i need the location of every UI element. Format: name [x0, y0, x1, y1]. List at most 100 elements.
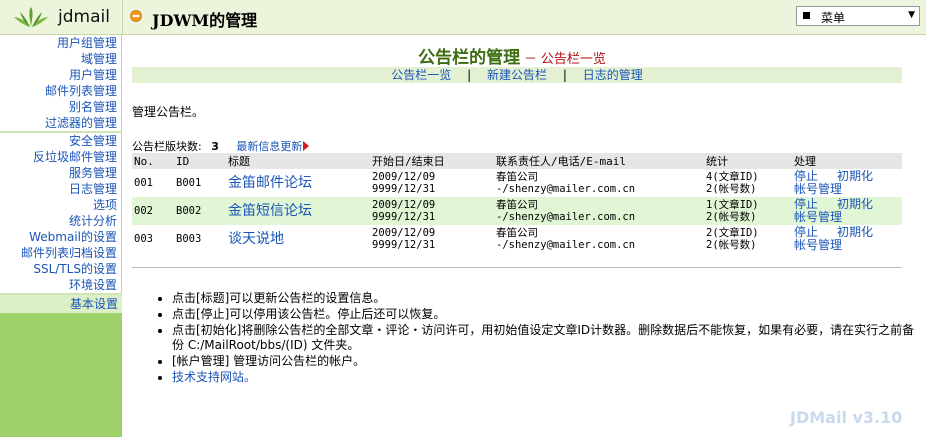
cell-contact: 春笛公司 -/shenzy@mailer.com.cn	[494, 169, 704, 197]
contact-name: 春笛公司	[496, 199, 538, 211]
stat-accounts: 2(帐号数)	[706, 211, 757, 223]
note-item: 点击[初始化]将删除公告栏的全部文章・评论・访问许可，用初始值设定文章ID计数器…	[172, 323, 922, 353]
stat-article-id: 2(文章ID)	[706, 227, 759, 239]
heading-subtitle: 公告栏一览	[540, 52, 606, 67]
count-value: 3	[211, 140, 219, 153]
cell-no: 003	[134, 233, 153, 245]
note-item: 技术支持网站。	[172, 370, 922, 385]
sidebar-item-aliases[interactable]: 别名管理	[0, 99, 121, 115]
cell-actions: 停止 初期化 帐号管理	[792, 197, 902, 225]
heading-dash: －	[523, 52, 537, 67]
count-label: 公告栏版块数:	[132, 140, 202, 153]
logo[interactable]: jdmail	[0, 0, 123, 34]
col-contact: 联系责任人/电话/E-mail	[494, 153, 704, 169]
account-management-link[interactable]: 帐号管理	[794, 182, 842, 196]
top-bar: jdmail JDWM的管理 菜单 ▼	[0, 0, 926, 35]
intro-text: 管理公告栏。	[132, 105, 205, 119]
stop-link[interactable]: 停止	[794, 197, 818, 211]
sidebar: 用户组管理 域管理 用户管理 邮件列表管理 别名管理 过滤器的管理 安全管理 反…	[0, 35, 122, 437]
heading-title: 公告栏的管理	[418, 48, 521, 68]
leaf-logo-icon	[14, 7, 48, 27]
contact-detail: -/shenzy@mailer.com.cn	[496, 239, 636, 251]
divider	[132, 267, 902, 268]
initialize-link[interactable]: 初期化	[837, 225, 873, 239]
bbs-title-link[interactable]: 谈天说地	[228, 231, 284, 247]
note-item: 点击[标题]可以更新公告栏的设置信息。	[172, 291, 922, 306]
page-title: JDWM的管理	[152, 11, 258, 30]
section-heading: 公告栏的管理 － 公告栏一览	[122, 43, 902, 68]
cell-no: 002	[132, 197, 174, 225]
sidebar-item-mailing-lists[interactable]: 邮件列表管理	[0, 83, 121, 99]
bbs-count-line: 公告栏版块数: 3 最新信息更新	[132, 138, 310, 154]
col-id: ID	[174, 153, 226, 169]
table-header-row: No. ID 标题 开始日/结束日 联系责任人/电话/E-mail 统计 处理	[132, 153, 902, 169]
end-date: 9999/12/31	[372, 239, 436, 251]
stop-link[interactable]: 停止	[794, 225, 818, 239]
cell-no: 001	[134, 177, 153, 189]
col-dates: 开始日/结束日	[370, 153, 494, 169]
sidebar-item-domains[interactable]: 域管理	[0, 51, 121, 67]
nav-separator: |	[467, 68, 472, 82]
red-arrow-icon	[303, 141, 310, 151]
nav-new-bbs[interactable]: 新建公告栏	[487, 68, 547, 82]
col-stats: 统计	[704, 153, 792, 169]
bbs-title-link[interactable]: 金笛邮件论坛	[228, 175, 312, 191]
chevron-down-icon[interactable]: ▼	[908, 10, 915, 20]
sidebar-item-logs[interactable]: 日志管理	[0, 181, 121, 197]
cell-dates: 2009/12/09 9999/12/31	[370, 197, 494, 225]
cell-dates: 2009/12/09 9999/12/31	[370, 225, 494, 253]
support-site-link[interactable]: 技术支持网站。	[172, 370, 256, 384]
stop-link[interactable]: 停止	[794, 169, 818, 183]
help-notes: 点击[标题]可以更新公告栏的设置信息。 点击[停止]可以停用该公告栏。停止后还可…	[156, 291, 922, 386]
orange-bullet-icon	[130, 10, 142, 22]
initialize-link[interactable]: 初期化	[837, 169, 873, 183]
end-date: 9999/12/31	[372, 211, 436, 223]
contact-detail: -/shenzy@mailer.com.cn	[496, 183, 636, 195]
main-content: 公告栏的管理 － 公告栏一览 公告栏一览 | 新建公告栏 | 日志的管理 管理公…	[122, 35, 926, 437]
cell-stats: 1(文章ID) 2(帐号数)	[704, 197, 792, 225]
menu-square-icon	[803, 12, 810, 19]
start-date: 2009/12/09	[372, 199, 436, 211]
contact-name: 春笛公司	[496, 171, 538, 183]
sub-nav: 公告栏一览 | 新建公告栏 | 日志的管理	[132, 67, 902, 83]
table-row: 002 B002 金笛短信论坛 2009/12/09 9999/12/31 春笛公…	[132, 197, 902, 225]
latest-update-link[interactable]: 最新信息更新	[236, 140, 302, 153]
sidebar-item-services[interactable]: 服务管理	[0, 165, 121, 181]
nav-bbs-list[interactable]: 公告栏一览	[391, 68, 451, 82]
sidebar-item-statistics[interactable]: 统计分析	[0, 213, 121, 229]
sidebar-item-users[interactable]: 用户管理	[0, 67, 121, 83]
sidebar-item-options[interactable]: 选项	[0, 197, 121, 213]
sidebar-item-environment[interactable]: 环境设置	[0, 277, 121, 293]
account-management-link[interactable]: 帐号管理	[794, 210, 842, 224]
sidebar-item-ssl-tls[interactable]: SSL/TLS的设置	[0, 261, 121, 277]
stat-article-id: 4(文章ID)	[706, 171, 759, 183]
sidebar-item-list-archive[interactable]: 邮件列表归档设置	[0, 245, 121, 261]
start-date: 2009/12/09	[372, 227, 436, 239]
menu-select-value: 菜单	[821, 11, 846, 25]
logo-text: jdmail	[58, 7, 110, 27]
table-row: 003 B003 谈天说地 2009/12/09 9999/12/31 春笛公司 -…	[132, 225, 902, 253]
menu-select[interactable]: 菜单 ▼	[796, 6, 920, 26]
stat-article-id: 1(文章ID)	[706, 199, 759, 211]
cell-actions: 停止 初期化 帐号管理	[792, 169, 902, 197]
sidebar-item-antispam[interactable]: 反垃圾邮件管理	[0, 149, 121, 165]
sidebar-item-user-groups[interactable]: 用户组管理	[0, 35, 121, 51]
sidebar-item-security[interactable]: 安全管理	[0, 133, 121, 149]
stat-accounts: 2(帐号数)	[706, 183, 757, 195]
nav-log-management[interactable]: 日志的管理	[583, 68, 643, 82]
cell-title: 谈天说地	[226, 225, 370, 253]
cell-title: 金笛短信论坛	[226, 197, 370, 225]
stat-accounts: 2(帐号数)	[706, 239, 757, 251]
cell-stats: 2(文章ID) 2(帐号数)	[704, 225, 792, 253]
sidebar-group-2: 安全管理 反垃圾邮件管理 服务管理 日志管理 选项 统计分析 Webmail的设…	[0, 133, 122, 293]
bbs-table: No. ID 标题 开始日/结束日 联系责任人/电话/E-mail 统计 处理 …	[132, 153, 902, 253]
account-management-link[interactable]: 帐号管理	[794, 238, 842, 252]
sidebar-item-basic-settings[interactable]: 基本设置	[0, 295, 122, 313]
bbs-title-link[interactable]: 金笛短信论坛	[228, 203, 312, 219]
cell-actions: 停止 初期化 帐号管理	[792, 225, 902, 253]
cell-id: B001	[176, 177, 202, 189]
initialize-link[interactable]: 初期化	[837, 197, 873, 211]
note-item: 点击[停止]可以停用该公告栏。停止后还可以恢复。	[172, 307, 922, 322]
sidebar-item-filters[interactable]: 过滤器的管理	[0, 115, 121, 131]
sidebar-item-webmail-settings[interactable]: Webmail的设置	[0, 229, 121, 245]
